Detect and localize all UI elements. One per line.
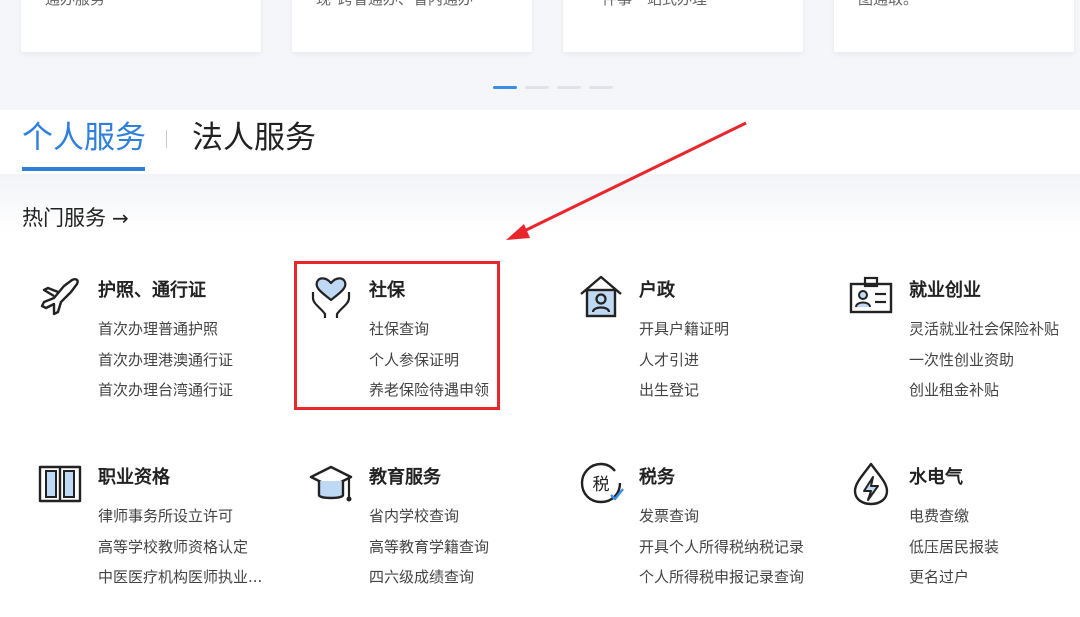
service-link[interactable]: 高等学校教师资格认定	[98, 536, 248, 557]
id-card-icon	[849, 276, 893, 314]
svg-text:税: 税	[593, 475, 610, 495]
service-link[interactable]: 创业租金补贴	[909, 379, 999, 400]
service-link[interactable]: 发票查询	[639, 505, 699, 526]
service-link[interactable]: 个人所得税申报记录查询	[639, 566, 804, 587]
service-link[interactable]: 四六级成绩查询	[369, 566, 474, 587]
service-link[interactable]: 中医医疗机构医师执业...	[98, 566, 262, 587]
service-link[interactable]: 更名过户	[909, 566, 969, 587]
service-link[interactable]: 人才引进	[639, 349, 699, 370]
carousel-dot-2[interactable]	[525, 86, 549, 89]
carousel-dot-4[interactable]	[589, 86, 613, 89]
tab-divider	[166, 130, 167, 148]
hot-services-title: 热门服务	[22, 206, 106, 230]
service-link[interactable]: 养老保险待遇申领	[369, 379, 489, 400]
tax-icon: 税	[580, 462, 624, 504]
service-title[interactable]: 护照、通行证	[98, 276, 206, 302]
active-tab-indicator	[22, 167, 145, 171]
service-title[interactable]: 社保	[369, 276, 405, 302]
service-link[interactable]: 首次办理台湾通行证	[98, 379, 233, 400]
carousel-card-3[interactable]: 一件事一站式办理	[563, 0, 803, 52]
service-link[interactable]: 首次办理港澳通行证	[98, 349, 233, 370]
carousel-pagination	[493, 86, 613, 89]
service-title[interactable]: 水电气	[909, 463, 963, 489]
carousel-card-1[interactable]: 通办服务	[21, 0, 261, 52]
service-title[interactable]: 职业资格	[98, 463, 170, 489]
hot-services-link[interactable]: 热门服务 →	[22, 202, 129, 232]
service-link[interactable]: 出生登记	[639, 379, 699, 400]
service-title[interactable]: 户政	[639, 276, 675, 302]
graduation-cap-icon	[309, 465, 353, 502]
water-drop-bolt-icon	[853, 462, 889, 506]
house-person-icon	[580, 275, 622, 318]
heart-hands-icon	[311, 277, 351, 318]
service-link[interactable]: 电费查缴	[909, 505, 969, 526]
arrow-right-icon: →	[112, 206, 129, 230]
service-tabs: 个人服务 法人服务	[0, 110, 1080, 174]
service-title[interactable]: 税务	[639, 463, 675, 489]
carousel-dot-3[interactable]	[557, 86, 581, 89]
airplane-icon	[40, 278, 79, 316]
carousel-dot-1[interactable]	[493, 86, 517, 89]
service-link[interactable]: 个人参保证明	[369, 349, 459, 370]
service-title[interactable]: 教育服务	[369, 463, 441, 489]
service-link[interactable]: 社保查询	[369, 318, 429, 339]
carousel-card-2[interactable]: 现"跨省通办、省内通办"	[292, 0, 532, 52]
service-link[interactable]: 开具个人所得税纳税记录	[639, 536, 804, 557]
service-link[interactable]: 高等教育学籍查询	[369, 536, 489, 557]
service-title[interactable]: 就业创业	[909, 276, 981, 302]
service-link[interactable]: 律师事务所设立许可	[98, 505, 233, 526]
service-link[interactable]: 灵活就业社会保险补贴	[909, 318, 1059, 339]
service-link[interactable]: 省内学校查询	[369, 505, 459, 526]
service-link[interactable]: 首次办理普通护照	[98, 318, 218, 339]
tab-personal-services[interactable]: 个人服务	[22, 118, 146, 158]
service-link[interactable]: 低压居民报装	[909, 536, 999, 557]
tab-legal-services[interactable]: 法人服务	[192, 118, 316, 158]
book-icon	[38, 465, 82, 503]
service-link[interactable]: 开具户籍证明	[639, 318, 729, 339]
carousel-card-4[interactable]: 图通取。	[834, 0, 1074, 52]
service-link[interactable]: 一次性创业资助	[909, 349, 1014, 370]
carousel: 通办服务 现"跨省通办、省内通办" 一件事一站式办理 图通取。	[0, 0, 1080, 110]
